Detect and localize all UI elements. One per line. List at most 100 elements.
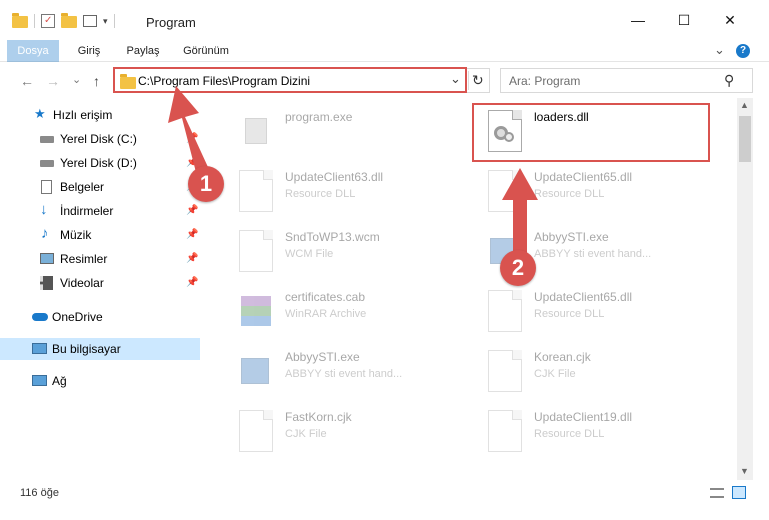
sidebar-item-documents[interactable]: Belgeler 📌 (0, 176, 200, 198)
file-name: UpdateClient19.dll (534, 410, 633, 424)
file-type: ABBYY sti event hand... (285, 368, 403, 380)
tab-home[interactable]: Giriş (66, 40, 112, 62)
ribbon-expand-icon[interactable]: ⌄ (714, 42, 725, 58)
item-count: 116 öğe (20, 487, 59, 499)
scroll-up-arrow[interactable]: ▲ (740, 100, 749, 110)
exe-icon (239, 110, 273, 152)
step-badge-1: 1 (188, 166, 224, 202)
sidebar-item-this-pc[interactable]: Bu bilgisayar (0, 338, 200, 360)
video-icon (40, 276, 53, 290)
status-bar: 116 öğe (0, 482, 769, 504)
tab-share[interactable]: Paylaş (118, 40, 168, 62)
sidebar-item-label: Resimler (60, 252, 108, 266)
vertical-scrollbar[interactable]: ▲ ▼ (737, 98, 753, 480)
sidebar-item-quick-access[interactable]: ★ Hızlı erişim (0, 104, 200, 126)
minimize-button[interactable]: — (615, 0, 661, 40)
help-icon[interactable]: ? (736, 44, 750, 58)
navigation-pane: ★ Hızlı erişim Yerel Disk (C:) 📌 Yerel D… (0, 98, 203, 480)
file-tile[interactable]: UpdateClient19.dll Resource DLL (474, 404, 714, 456)
file-name: program.exe (285, 110, 353, 124)
file-name: UpdateClient63.dll (285, 170, 384, 184)
search-icon[interactable]: ⚲ (724, 72, 734, 89)
file-type: WinRAR Archive (285, 308, 367, 320)
pin-icon[interactable]: 📌 (186, 224, 198, 246)
file-tile[interactable]: UpdateClient63.dll Resource DLL (225, 164, 465, 216)
details-view-icon[interactable] (710, 488, 724, 498)
address-divider (468, 71, 469, 90)
sidebar-item-network[interactable]: Ağ (0, 370, 200, 392)
download-icon: ↓ (40, 201, 48, 218)
sidebar-item-music[interactable]: ♪ Müzik 📌 (0, 224, 200, 246)
sidebar-item-disk-d[interactable]: Yerel Disk (D:) 📌 (0, 152, 200, 174)
file-type: Resource DLL (285, 188, 356, 200)
dll-icon (488, 410, 522, 452)
view-icon[interactable] (83, 15, 97, 27)
file-type: ABBYY sti event hand... (534, 248, 652, 260)
sidebar-item-label: Ağ (52, 374, 67, 388)
search-input[interactable]: Ara: Program ⚲ (500, 68, 753, 93)
toolbar-separator (34, 14, 35, 28)
forward-button[interactable]: → (46, 73, 60, 89)
music-icon: ♪ (41, 225, 49, 242)
scroll-thumb[interactable] (739, 116, 751, 162)
file-name: certificates.cab (285, 290, 366, 304)
back-button[interactable]: ← (20, 73, 34, 89)
file-icon (488, 350, 522, 392)
title-bar: ✓ ▾ Program — ☐ ✕ (0, 0, 769, 40)
tab-view[interactable]: Görünüm (175, 40, 237, 62)
file-tile[interactable]: Korean.cjk CJK File (474, 344, 714, 396)
scroll-down-arrow[interactable]: ▼ (740, 466, 749, 476)
sidebar-item-downloads[interactable]: ↓ İndirmeler 📌 (0, 200, 200, 222)
new-folder-icon[interactable] (61, 13, 77, 28)
chevron-down-icon[interactable]: ▾ (103, 16, 108, 27)
file-name: AbbyySTI.exe (285, 350, 360, 364)
archive-icon (239, 290, 273, 332)
pin-icon[interactable]: 📌 (186, 200, 198, 222)
sidebar-item-label: Yerel Disk (C:) (60, 132, 137, 146)
file-tile[interactable]: AbbyySTI.exe ABBYY sti event hand... (225, 344, 465, 396)
sidebar-item-label: OneDrive (52, 310, 103, 324)
toolbar-separator (113, 14, 115, 28)
file-name: SndToWP13.wcm (285, 230, 380, 244)
properties-icon[interactable]: ✓ (41, 14, 55, 28)
sidebar-item-pictures[interactable]: Resimler 📌 (0, 248, 200, 270)
quick-access-toolbar: ✓ ▾ (12, 13, 115, 28)
star-icon: ★ (34, 106, 46, 121)
file-name: FastKorn.cjk (285, 410, 352, 424)
sidebar-item-videos[interactable]: Videolar 📌 (0, 272, 200, 294)
step-badge-2: 2 (500, 250, 536, 286)
dll-icon (239, 170, 273, 212)
cloud-icon (32, 313, 48, 321)
sidebar-item-onedrive[interactable]: OneDrive (0, 306, 200, 328)
sidebar-item-label: Yerel Disk (D:) (60, 156, 137, 170)
address-row: ← → ⌄ ↑ C:\Program Files\Program Dizini … (0, 62, 769, 98)
drive-icon (40, 136, 54, 143)
file-tile[interactable]: UpdateClient65.dll Resource DLL (474, 284, 714, 336)
folder-icon[interactable] (12, 13, 28, 28)
up-button[interactable]: ↑ (93, 73, 100, 89)
refresh-icon[interactable]: ↻ (472, 72, 484, 89)
file-tile[interactable]: UpdateClient65.dll Resource DLL (474, 164, 714, 216)
file-tile[interactable]: SndToWP13.wcm WCM File (225, 224, 465, 276)
file-type: CJK File (534, 368, 576, 380)
file-type: Resource DLL (534, 428, 605, 440)
file-type: CJK File (285, 428, 327, 440)
file-tile[interactable]: certificates.cab WinRAR Archive (225, 284, 465, 336)
close-button[interactable]: ✕ (707, 0, 753, 40)
pictures-icon (40, 253, 54, 264)
file-tile[interactable]: program.exe (225, 104, 465, 156)
file-type: Resource DLL (534, 188, 605, 200)
address-highlight-box (113, 67, 467, 93)
large-icons-view-icon[interactable] (732, 486, 746, 499)
file-tile[interactable]: FastKorn.cjk CJK File (225, 404, 465, 456)
sidebar-item-disk-c[interactable]: Yerel Disk (C:) 📌 (0, 128, 200, 150)
pin-icon[interactable]: 📌 (186, 248, 198, 270)
maximize-button[interactable]: ☐ (661, 0, 707, 40)
search-placeholder: Ara: Program (509, 74, 581, 88)
window-title: Program (146, 15, 196, 30)
recent-locations-button[interactable]: ⌄ (72, 73, 81, 86)
pin-icon[interactable]: 📌 (186, 272, 198, 294)
pin-icon[interactable]: 📌 (186, 128, 198, 150)
sidebar-item-label: Videolar (60, 276, 104, 290)
file-highlight-box (472, 103, 710, 162)
